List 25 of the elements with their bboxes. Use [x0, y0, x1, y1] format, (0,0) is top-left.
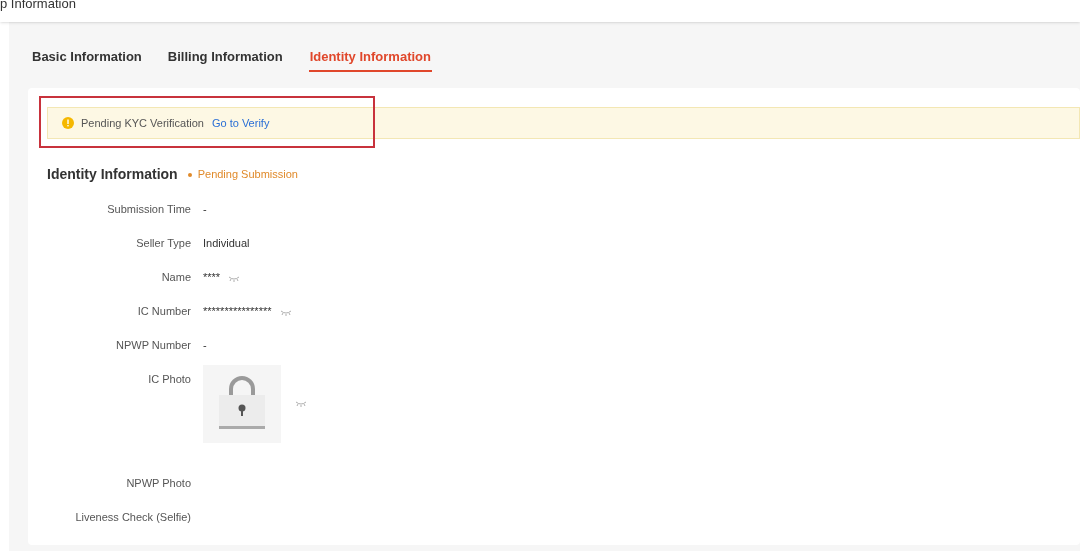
tab[interactable]: Identity Information — [308, 44, 432, 72]
field-label: Name — [160, 270, 191, 285]
field-value: - — [203, 338, 207, 353]
tab[interactable]: Basic Information — [32, 44, 142, 72]
field-label: IC Photo — [147, 372, 191, 387]
section-title: Identity Information — [47, 165, 178, 184]
field-value: **** — [203, 270, 221, 285]
field-label: Seller Type — [135, 236, 191, 251]
field-value: - — [203, 202, 207, 217]
alert-message: Pending KYC Verification — [81, 115, 204, 131]
verify-link[interactable]: Go to Verify — [211, 114, 270, 132]
closed-eye-icon[interactable] — [228, 276, 241, 282]
lock-icon — [203, 365, 281, 443]
closed-eye-icon[interactable] — [295, 401, 307, 407]
field-label: Submission Time — [106, 202, 191, 217]
status-label: Pending Submission — [197, 167, 298, 183]
field-label: IC Number — [136, 304, 191, 319]
closed-eye-icon[interactable] — [279, 310, 292, 316]
field-value: **************** — [203, 304, 272, 319]
field-label: Liveness Check (Selfie) — [74, 510, 191, 525]
warning-icon — [62, 117, 74, 129]
field-label: NPWP Number — [115, 338, 191, 353]
tab[interactable]: Billing Information — [167, 44, 283, 72]
field-value: Individual — [203, 236, 250, 251]
field-label: NPWP Photo — [125, 476, 191, 491]
